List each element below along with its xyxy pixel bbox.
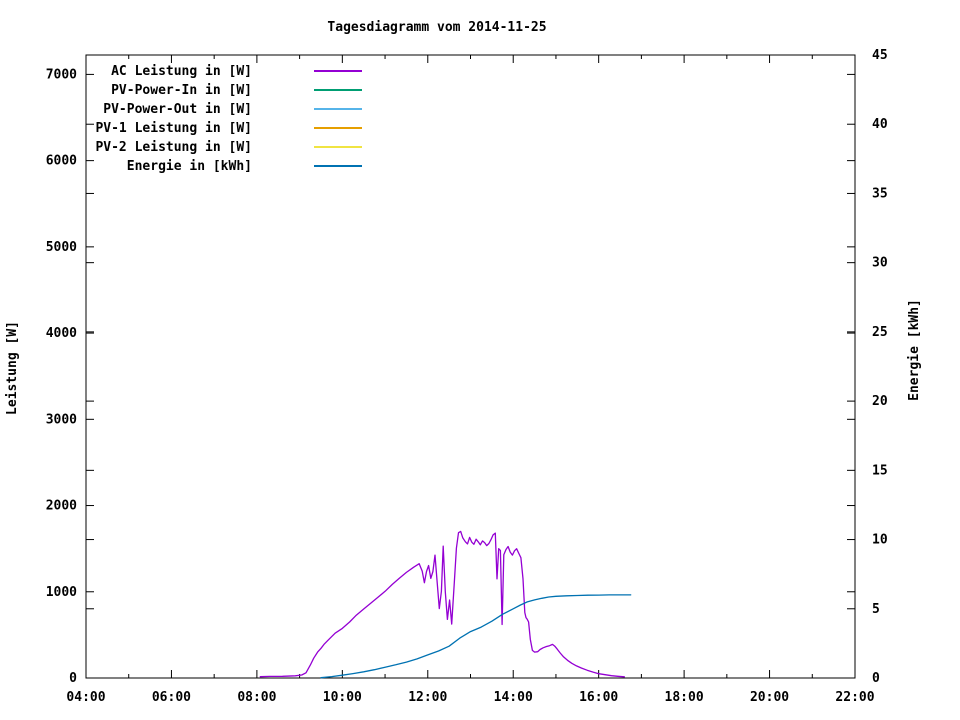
tagesdiagramm-chart: 04:00 06:00 08:00 10:00 12:00 14:00 16:00 18:00… bbox=[5, 48, 922, 705]
x-tick-label: 16:00 bbox=[579, 690, 618, 705]
legend-label: PV-Power-In in [W] bbox=[111, 83, 252, 98]
y-tick-label: 2000 bbox=[46, 499, 77, 514]
y2-tick-label: 35 bbox=[872, 186, 888, 201]
y2-tick-label: 10 bbox=[872, 533, 888, 548]
legend-label: PV-Power-Out in [W] bbox=[103, 102, 252, 117]
y2-tick-label: 30 bbox=[872, 256, 888, 271]
x-tick-label: 22:00 bbox=[835, 690, 874, 705]
y-tick-label: 0 bbox=[69, 671, 77, 686]
x-tick-label: 10:00 bbox=[323, 690, 362, 705]
x-tick-label: 06:00 bbox=[152, 690, 191, 705]
x-tick-label: 20:00 bbox=[750, 690, 789, 705]
y2-tick-label: 25 bbox=[872, 325, 888, 340]
legend-label: Energie in [kWh] bbox=[127, 159, 252, 174]
legend-label: PV-2 Leistung in [W] bbox=[95, 140, 252, 155]
y-axis-title: Leistung [W] bbox=[5, 321, 20, 415]
x-tick-label: 12:00 bbox=[408, 690, 447, 705]
legend-label: AC Leistung in [W] bbox=[111, 64, 252, 79]
legend-label: PV-1 Leistung in [W] bbox=[95, 121, 252, 136]
y2-axis-title: Energie [kWh] bbox=[907, 299, 922, 401]
y2-tick-label: 45 bbox=[872, 48, 888, 63]
y-tick-label: 6000 bbox=[46, 154, 77, 169]
y2-tick-label: 20 bbox=[872, 394, 888, 409]
y2-tick-label: 40 bbox=[872, 117, 888, 132]
y-tick-label: 7000 bbox=[46, 67, 77, 82]
y-tick-label: 4000 bbox=[46, 326, 77, 341]
tagesdiagramm-page: Tagesdiagramm vom 2014-11-25 04:00 06:00 0… bbox=[0, 0, 960, 720]
x-tick-label: 14:00 bbox=[494, 690, 533, 705]
y-tick-label: 3000 bbox=[46, 412, 77, 427]
y2-tick-label: 5 bbox=[872, 602, 880, 617]
x-tick-label: 08:00 bbox=[237, 690, 276, 705]
series-ac-leistung bbox=[259, 530, 625, 678]
y2-tick-label: 15 bbox=[872, 463, 888, 478]
y-tick-label: 5000 bbox=[46, 240, 77, 255]
series-energie bbox=[320, 594, 632, 679]
y-tick-label: 1000 bbox=[46, 585, 77, 600]
y2-tick-label: 0 bbox=[872, 671, 880, 686]
x-tick-label: 18:00 bbox=[665, 690, 704, 705]
x-tick-label: 04:00 bbox=[66, 690, 105, 705]
